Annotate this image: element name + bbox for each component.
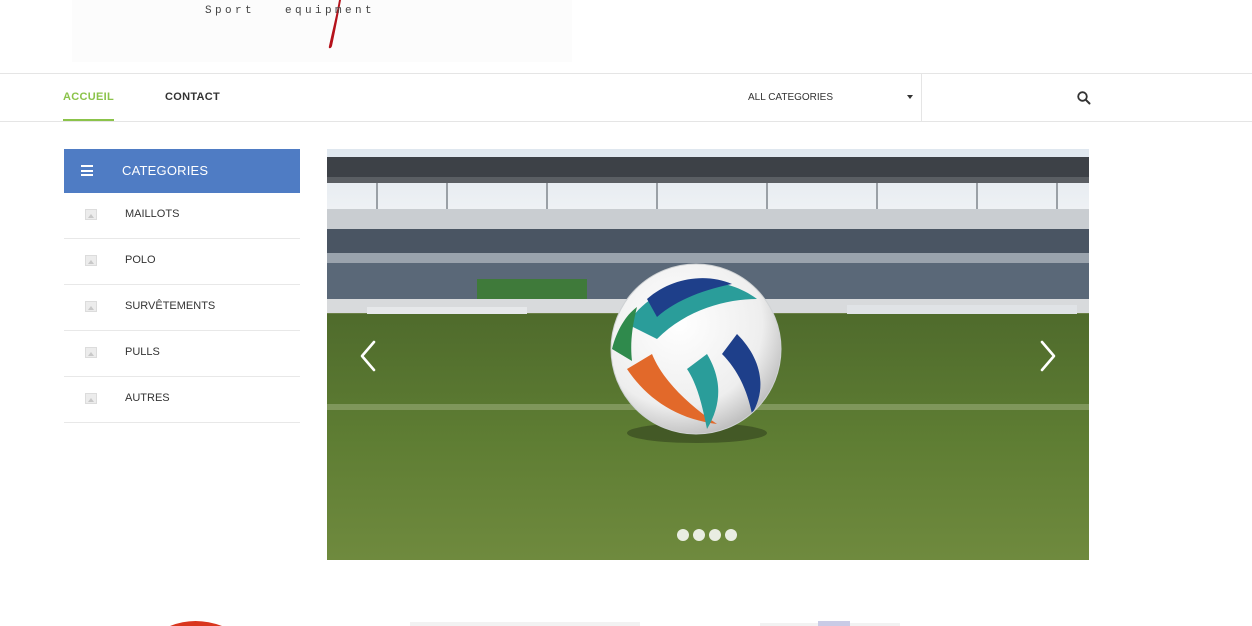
main-navbar: ACCUEIL CONTACT ALL CATEGORIES: [0, 73, 1252, 122]
slider-dot-3[interactable]: [709, 529, 721, 541]
caret-down-icon: [907, 95, 913, 99]
search-icon[interactable]: [1076, 90, 1092, 106]
category-item-maillots[interactable]: MAILLOTS: [64, 193, 300, 239]
slide-image-soccer-ball: [327, 149, 1089, 560]
category-item-pulls[interactable]: PULLS: [64, 331, 300, 377]
site-logo[interactable]: Sport equipment: [72, 0, 572, 62]
category-label: AUTRES: [125, 392, 170, 404]
categories-header[interactable]: CATEGORIES: [64, 149, 300, 193]
category-label: PULLS: [125, 346, 160, 358]
category-item-survetements[interactable]: SURVÊTEMENTS: [64, 285, 300, 331]
nav-link-accueil[interactable]: ACCUEIL: [63, 74, 114, 121]
chevron-right-icon[interactable]: [1037, 339, 1059, 373]
category-label: POLO: [125, 254, 156, 266]
slider-pagination: [677, 529, 737, 541]
category-select[interactable]: ALL CATEGORIES: [748, 74, 922, 121]
menu-icon: [81, 165, 93, 176]
hero-slider[interactable]: [327, 149, 1089, 560]
categories-title: CATEGORIES: [122, 163, 209, 178]
product-image-partial[interactable]: [160, 616, 230, 626]
logo-tagline: Sport equipment: [205, 5, 376, 17]
image-placeholder-icon: [85, 209, 97, 220]
categories-list: MAILLOTS POLO SURVÊTEMENTS PULLS AUTRES: [64, 193, 300, 423]
image-placeholder-icon: [85, 393, 97, 404]
slider-dot-1[interactable]: [677, 529, 689, 541]
category-select-value: ALL CATEGORIES: [748, 92, 834, 103]
category-item-polo[interactable]: POLO: [64, 239, 300, 285]
image-placeholder-icon: [85, 255, 97, 266]
category-label: SURVÊTEMENTS: [125, 300, 216, 312]
product-image-partial[interactable]: [410, 616, 640, 626]
slider-dot-2[interactable]: [693, 529, 705, 541]
category-item-autres[interactable]: AUTRES: [64, 377, 300, 423]
chevron-left-icon[interactable]: [357, 339, 379, 373]
slider-dot-4[interactable]: [725, 529, 737, 541]
nav-link-contact[interactable]: CONTACT: [165, 74, 220, 121]
image-placeholder-icon: [85, 301, 97, 312]
category-label: MAILLOTS: [125, 208, 180, 220]
search-input[interactable]: [924, 82, 1070, 112]
product-image-partial[interactable]: [760, 616, 900, 626]
image-placeholder-icon: [85, 347, 97, 358]
